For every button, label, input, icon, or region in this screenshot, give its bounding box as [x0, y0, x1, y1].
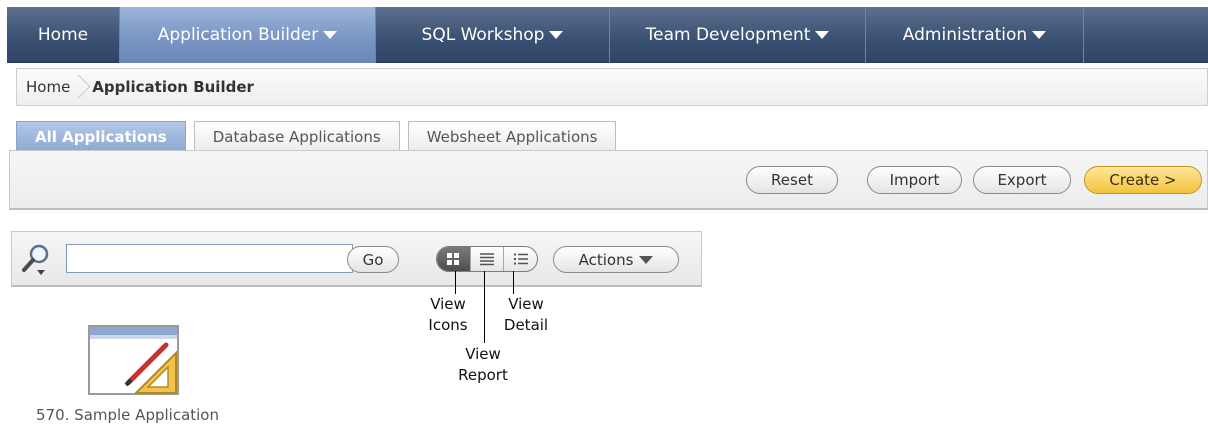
grid-icon — [447, 253, 460, 265]
application-subtabs: All Applications Database Applications W… — [16, 121, 624, 151]
button-bar: Reset Import Export Create > — [9, 150, 1208, 210]
callout-line-2: Report — [458, 366, 508, 384]
nav-tab-application-builder[interactable]: Application Builder — [120, 7, 376, 63]
breadcrumb: Home Application Builder — [16, 68, 1208, 106]
nav-tab-sql-workshop[interactable]: SQL Workshop — [376, 7, 610, 63]
breadcrumb-home[interactable]: Home — [26, 78, 70, 96]
callout-line-1: View — [508, 295, 544, 313]
callout-line-1: View — [465, 345, 501, 363]
application-icon[interactable] — [88, 325, 180, 397]
go-button[interactable]: Go — [347, 246, 399, 273]
nav-tab-home[interactable]: Home — [7, 7, 120, 63]
callout-line-2: Detail — [503, 316, 549, 334]
report-list-icon — [480, 253, 494, 266]
callout-line-report — [484, 271, 485, 343]
callout-view-icons: View Icons — [418, 294, 478, 336]
callout-view-detail: View Detail — [496, 294, 556, 336]
nav-tab-label: Application Builder — [157, 25, 319, 45]
view-icons-button[interactable] — [437, 247, 470, 271]
view-report-button[interactable] — [469, 247, 504, 271]
chevron-down-icon — [549, 31, 564, 39]
view-mode-segment — [436, 246, 538, 272]
actions-menu-label: Actions — [578, 250, 634, 269]
nav-tab-label: Team Development — [645, 25, 811, 45]
application-label[interactable]: 570. Sample Application — [36, 406, 219, 424]
callout-line-1: View — [430, 295, 466, 313]
breadcrumb-separator-icon — [74, 70, 88, 104]
chevron-down-icon — [815, 31, 830, 39]
nav-tab-label: SQL Workshop — [421, 25, 545, 45]
subtab-all-applications[interactable]: All Applications — [16, 121, 186, 151]
nav-tab-team-development[interactable]: Team Development — [610, 7, 866, 63]
actions-menu-button[interactable]: Actions — [553, 246, 679, 273]
nav-tab-label: Administration — [902, 25, 1028, 45]
search-toolbar: Go Actions — [11, 231, 702, 287]
breadcrumb-current: Application Builder — [92, 78, 254, 96]
subtab-database-applications[interactable]: Database Applications — [193, 121, 400, 151]
callout-line-2: Icons — [428, 316, 468, 334]
chevron-down-icon — [323, 31, 338, 39]
nav-tab-administration[interactable]: Administration — [866, 7, 1084, 63]
chevron-down-icon — [1032, 31, 1047, 39]
create-button[interactable]: Create > — [1084, 166, 1202, 194]
chevron-down-icon — [639, 255, 654, 264]
search-input[interactable] — [66, 244, 353, 273]
export-button[interactable]: Export — [973, 166, 1071, 194]
callout-line-detail — [513, 271, 514, 294]
subtab-websheet-applications[interactable]: Websheet Applications — [407, 121, 617, 151]
callout-view-report: View Report — [453, 344, 513, 386]
view-detail-button[interactable] — [503, 247, 537, 271]
top-navigation: Home Application Builder SQL Workshop Te… — [7, 7, 1208, 63]
detail-list-icon — [513, 253, 528, 265]
reset-button[interactable]: Reset — [746, 166, 838, 194]
search-icon[interactable] — [21, 243, 51, 277]
nav-tab-label: Home — [37, 25, 89, 45]
import-button[interactable]: Import — [867, 166, 962, 194]
callout-line-icons — [455, 271, 456, 294]
